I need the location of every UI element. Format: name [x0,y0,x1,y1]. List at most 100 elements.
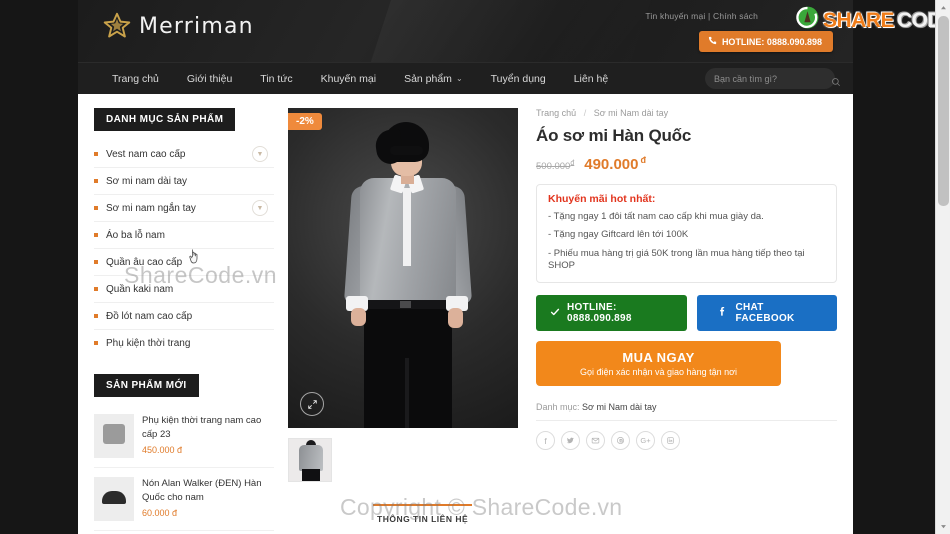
product-info: Nón Alan Walker (ĐEN) Hàn Quốc cho nam 6… [142,477,274,521]
header-top-links[interactable]: Tin khuyến mại | Chính sách [645,11,758,21]
nav-label: Liên hệ [573,72,609,85]
chat-facebook-button[interactable]: CHAT FACEBOOK [697,295,837,332]
nav-label: Khuyến mại [320,72,377,85]
chevron-down-icon[interactable]: ▼ [252,200,268,216]
old-price-value: 500.000 [536,161,571,172]
site-logo-text: Merriman [139,13,254,39]
product-thumbnail-row [288,438,518,482]
merriman-star-icon [103,12,131,40]
product-thumbnail-1[interactable] [288,438,332,482]
search-icon[interactable] [831,74,841,86]
nav-label: Tuyển dụng [490,72,546,85]
sidebar-item-quan-au-cao-cap[interactable]: Quần âu cao cấp [94,249,274,276]
googleplus-share-icon[interactable]: G+ [636,431,655,451]
product-category-value[interactable]: Sơ mi Nam dài tay [582,402,656,412]
list-item[interactable]: Phụ kiện thời trang nam cao cấp 23 450.0… [94,405,274,468]
header-hotline-label: HOTLINE: 0888.090.898 [721,36,822,47]
product-category-label: Danh mục: [536,402,580,413]
category-label: Quần âu cao cấp [106,256,183,268]
phone-icon [708,36,717,47]
cta-button-row: HOTLINE: 0888.090.898 CHAT FACEBOOK [536,295,837,332]
nav-item-lien-he[interactable]: Liên hệ [560,73,622,85]
site-logo[interactable]: Merriman [103,12,254,40]
product-name: Phụ kiện thời trang nam cao cấp 23 [142,415,262,440]
new-products-list: Phụ kiện thời trang nam cao cấp 23 450.0… [94,405,274,534]
twitter-share-icon[interactable] [561,431,580,451]
sidebar-item-vest-nam-cao-cap[interactable]: Vest nam cao cấp ▼ [94,141,274,168]
product-thumbnail [94,477,134,521]
current-price-unit: đ [640,155,646,165]
breadcrumb: Trang chủ / Sơ mi Nam dài tay [536,108,837,118]
scrollbar-thumb[interactable] [938,16,949,206]
chevron-down-icon: ⌄ [455,74,463,83]
linkedin-share-icon[interactable] [661,431,680,451]
sidebar-item-quan-kaki-nam[interactable]: Quần kaki nam [94,276,274,303]
divider [536,420,837,422]
nav-item-tuyen-dung[interactable]: Tuyển dụng [477,73,560,85]
expand-icon[interactable] [300,392,324,416]
category-label: Áo ba lỗ nam [106,229,165,241]
sharecode-logo-icon [795,5,820,36]
sidebar-categories-title: DANH MỤC SẢN PHẨM [94,108,236,131]
current-price-value: 490.000 [584,156,639,173]
chevron-down-icon[interactable]: ▼ [252,146,268,162]
product-details: Trang chủ / Sơ mi Nam dài tay Áo sơ mi H… [532,108,837,534]
nav-label: Trang chủ [112,72,159,85]
category-label: Đồ lót nam cao cấp [106,310,193,322]
pinterest-share-icon[interactable] [611,431,630,451]
category-label: Sơ mi nam dài tay [106,175,188,187]
main-navigation: Trang chủ Giới thiệu Tin tức Khuyến mại … [78,62,853,94]
promotion-line: - Tặng ngay 1 đôi tất nam cao cấp khi mu… [548,211,764,222]
breadcrumb-home[interactable]: Trang chủ [536,108,576,118]
browser-viewport: Merriman Tin khuyến mại | Chính sách HOT… [0,0,950,534]
chat-facebook-label: CHAT FACEBOOK [735,302,795,325]
scroll-down-arrow[interactable] [936,519,950,534]
sidebar-item-phu-kien-thoi-trang[interactable]: Phụ kiện thời trang [94,330,274,356]
nav-label: Sản phẩm [404,72,452,85]
list-item[interactable]: Nón Alan Walker (ĐEN) Hàn Quốc cho nam 6… [94,468,274,531]
search-input[interactable] [714,73,831,84]
nav-item-gioi-thieu[interactable]: Giới thiệu [173,73,246,85]
check-icon [550,307,560,320]
product-price: 450.000 đ [142,444,183,455]
sidebar: DANH MỤC SẢN PHẨM Vest nam cao cấp ▼ Sơ … [94,108,274,534]
watermark-share-text: SHARE [823,8,895,32]
nav-item-san-pham[interactable]: Sản phẩm ⌄ [390,73,477,85]
hotline-button[interactable]: HOTLINE: 0888.090.898 [536,295,688,332]
sidebar-item-ao-ba-lo-nam[interactable]: Áo ba lỗ nam [94,222,274,249]
old-price: 500.000đ [536,160,574,172]
email-share-icon[interactable] [586,431,605,451]
product-thumbnail [94,414,134,458]
facebook-share-icon[interactable]: f [536,431,555,451]
scroll-up-arrow[interactable] [936,0,950,15]
promotion-line: - Phiếu mua hàng trị giá 50K trong lần m… [548,247,805,272]
breadcrumb-category[interactable]: Sơ mi Nam dài tay [594,108,668,118]
hotline-button-label: HOTLINE: 0888.090.898 [567,302,632,325]
search-box[interactable] [705,68,841,89]
sidebar-item-so-mi-nam-dai-tay[interactable]: Sơ mi nam dài tay [94,168,274,195]
category-label: Quần kaki nam [106,283,174,295]
nav-item-tin-tuc[interactable]: Tin tức [246,73,306,85]
buy-now-label: MUA NGAY [622,350,695,366]
promotion-title: Khuyến mãi hot nhất: [548,193,656,205]
sidebar-category-list: Vest nam cao cấp ▼ Sơ mi nam dài tay Sơ … [94,141,274,356]
buy-now-subtitle: Gọi điện xác nhận và giao hàng tận nơi [579,367,737,378]
product-photo-model [288,108,518,428]
social-share-row: f G+ [536,431,837,451]
category-label: Sơ mi nam ngắn tay [106,202,196,214]
category-label: Vest nam cao cấp [106,148,186,160]
page-title: Áo sơ mi Hàn Quốc [536,126,692,145]
tab-thong-tin-lien-he[interactable]: THÔNG TIN LIÊN HỆ [373,504,473,534]
sidebar-new-products-title: SẢN PHẨM MỚI [94,374,199,397]
sidebar-item-so-mi-nam-ngan-tay[interactable]: Sơ mi nam ngắn tay ▼ [94,195,274,222]
product-main-image[interactable]: -2% [288,108,518,428]
sidebar-item-do-lot-nam-cao-cap[interactable]: Đồ lót nam cao cấp [94,303,274,330]
nav-item-trang-chu[interactable]: Trang chủ [98,73,173,85]
product-category-line: Danh mục: Sơ mi Nam dài tay [536,402,837,412]
buy-now-button[interactable]: MUA NGAY Gọi điện xác nhận và giao hàng … [536,341,781,387]
browser-scrollbar[interactable] [935,0,950,534]
nav-item-khuyen-mai[interactable]: Khuyến mại [307,73,390,85]
page-content: DANH MỤC SẢN PHẨM Vest nam cao cấp ▼ Sơ … [78,94,853,534]
discount-badge: -2% [288,113,322,130]
facebook-icon [717,306,728,320]
